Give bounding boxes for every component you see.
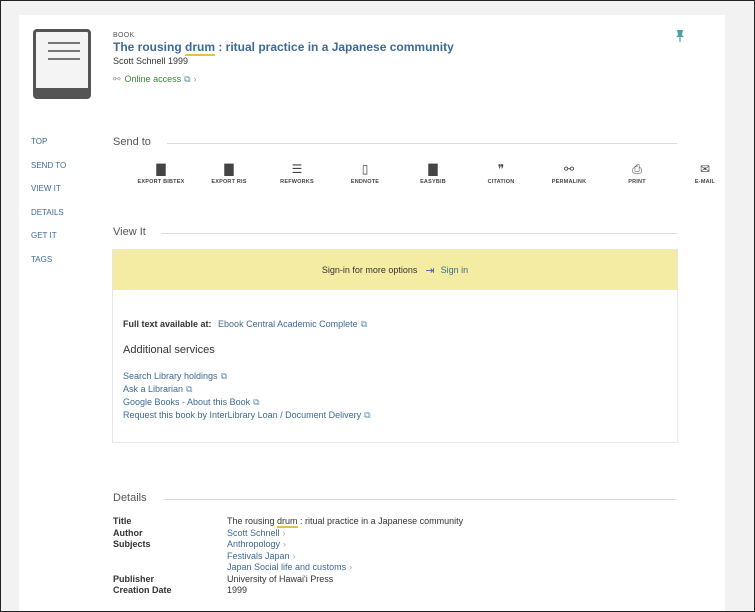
chevron-right-icon: › [349,562,353,572]
google-books-link[interactable]: Google Books - About this Book [123,397,250,407]
external-link-icon: ⧉ [253,397,260,407]
printer-icon: ⎙ [632,162,642,176]
refworks-button[interactable]: ☰ REFWORKS [263,162,331,185]
external-link-icon: ⧉ [220,371,227,381]
record-byline: Scott Schnell 1999 [113,56,189,66]
full-text-row: Full text available at: Ebook Central Ac… [123,319,367,330]
external-link-icon: ⧉ [186,384,193,394]
additional-services-heading: Additional services [123,344,215,356]
online-access-link[interactable]: ⚯ Online access ⧉ › [113,74,197,85]
sign-in-icon[interactable]: ⇥ [425,264,434,277]
action-label: ENDNOTE [350,179,380,185]
record-title[interactable]: The rousing drum : ritual practice in a … [113,40,454,56]
search-library-holdings-link[interactable]: Search Library holdings [123,371,218,381]
external-link-icon: ⧉ [184,74,191,84]
pin-icon[interactable] [675,29,685,43]
publisher-value: University of Hawai'i Press [227,573,334,584]
chevron-right-icon: › [282,527,286,538]
service-links: Search Library holdings ⧉ Ask a Librarian… [123,371,371,423]
link-icon: ⚯ [113,74,121,84]
subject-link[interactable]: Anthropology › [227,539,286,551]
ebook-central-link[interactable]: Ebook Central Academic Complete [218,319,358,329]
nav-top[interactable]: TOP [31,137,66,161]
external-link-icon: ⧉ [364,410,371,420]
chevron-right-icon: › [193,74,197,84]
citation-button[interactable]: ❞ CITATION [467,162,535,185]
export-ris-button[interactable]: ▇ EXPORT RIS [195,162,263,185]
view-it-panel: Sign-in for more options ⇥ Sign in Full … [113,250,677,442]
author-label: Author [113,527,143,538]
page-frame: BOOK The rousing drum : ritual practice … [0,0,755,612]
title-label: Title [113,516,132,526]
file-icon: ▇ [156,162,166,176]
document-icon: ☰ [291,162,303,176]
interlibrary-loan-link[interactable]: Request this book by InterLibrary Loan /… [123,410,361,420]
view-it-heading: View It [113,226,146,238]
chevron-right-icon: › [292,550,296,561]
signin-banner-text: Sign-in for more options [321,265,418,275]
external-link-icon: ⧉ [360,319,368,329]
full-text-label: Full text available at: [123,319,212,329]
ask-librarian-link[interactable]: Ask a Librarian [123,384,183,394]
record-card: BOOK The rousing drum : ritual practice … [19,15,725,611]
quote-icon: ❞ [497,162,505,176]
nav-tags[interactable]: TAGS [31,255,66,279]
sign-in-link[interactable]: Sign in [441,265,469,275]
envelope-icon: ✉ [699,162,711,176]
subject-link[interactable]: Festivals Japan › [227,551,296,563]
nav-view-it[interactable]: VIEW IT [31,184,66,208]
details-row: Subjects Anthropology › [113,539,463,551]
send-to-actions: ▇ EXPORT BIBTEX ▇ EXPORT RIS ☰ REFWORKS ▯ ENDNO… [127,162,725,185]
details-table: Title The rousing drum : ritual practice… [113,516,463,597]
divider [161,233,677,234]
file-icon: ▇ [428,162,438,176]
nav-details[interactable]: DETAILS [31,208,66,232]
page-icon: ▯ [361,162,369,176]
divider [163,499,677,500]
title-value: The rousing drum : ritual practice in a … [227,516,464,528]
details-row: Author Scott Schnell › [113,528,463,540]
subjects-label: Subjects [113,539,151,549]
action-label: EXPORT RIS [211,179,247,185]
action-label: E-MAIL [694,179,716,185]
divider [167,143,677,144]
action-label: EXPORT BIBTEX [137,179,185,185]
section-nav: TOP SEND TO VIEW IT DETAILS GET IT TAGS [31,137,66,278]
book-thumbnail-icon[interactable] [33,29,91,99]
resource-type: BOOK [113,32,135,39]
endnote-button[interactable]: ▯ ENDNOTE [331,162,399,185]
action-label: PRINT [628,179,646,185]
signin-banner: Sign-in for more options ⇥ Sign in [113,250,677,290]
action-label: PERMALINK [551,179,587,185]
author-link[interactable]: Scott Schnell › [227,528,286,540]
creation-date-value: 1999 [227,585,248,595]
publisher-label: Publisher [113,573,155,584]
chevron-right-icon: › [283,539,287,549]
send-to-heading: Send to [113,136,151,148]
action-label: CITATION [487,179,515,185]
easybib-button[interactable]: ▇ EASYBIB [399,162,467,185]
details-heading: Details [113,492,147,504]
file-icon: ▇ [224,162,234,176]
print-button[interactable]: ⎙ PRINT [603,162,671,185]
action-label: REFWORKS [280,179,314,185]
permalink-button[interactable]: ⚯ PERMALINK [535,162,603,185]
e-mail-button[interactable]: ✉ E-MAIL [671,162,725,185]
nav-get-it[interactable]: GET IT [31,231,66,255]
details-row: Creation Date 1999 [113,585,463,597]
export-bibtex-button[interactable]: ▇ EXPORT BIBTEX [127,162,195,185]
details-row: Japan Social life and customs › [113,562,463,574]
details-row: Festivals Japan › [113,551,463,563]
link-icon: ⚯ [563,162,575,176]
spellcheck-mark: drum [185,40,215,56]
nav-send-to[interactable]: SEND TO [31,161,66,185]
details-row: Publisher University of Hawai'i Press [113,574,463,586]
subject-link[interactable]: Japan Social life and customs › [227,562,352,574]
details-row: Title The rousing drum : ritual practice… [113,516,463,528]
creation-date-label: Creation Date [113,585,172,595]
action-label: EASYBIB [420,179,446,185]
